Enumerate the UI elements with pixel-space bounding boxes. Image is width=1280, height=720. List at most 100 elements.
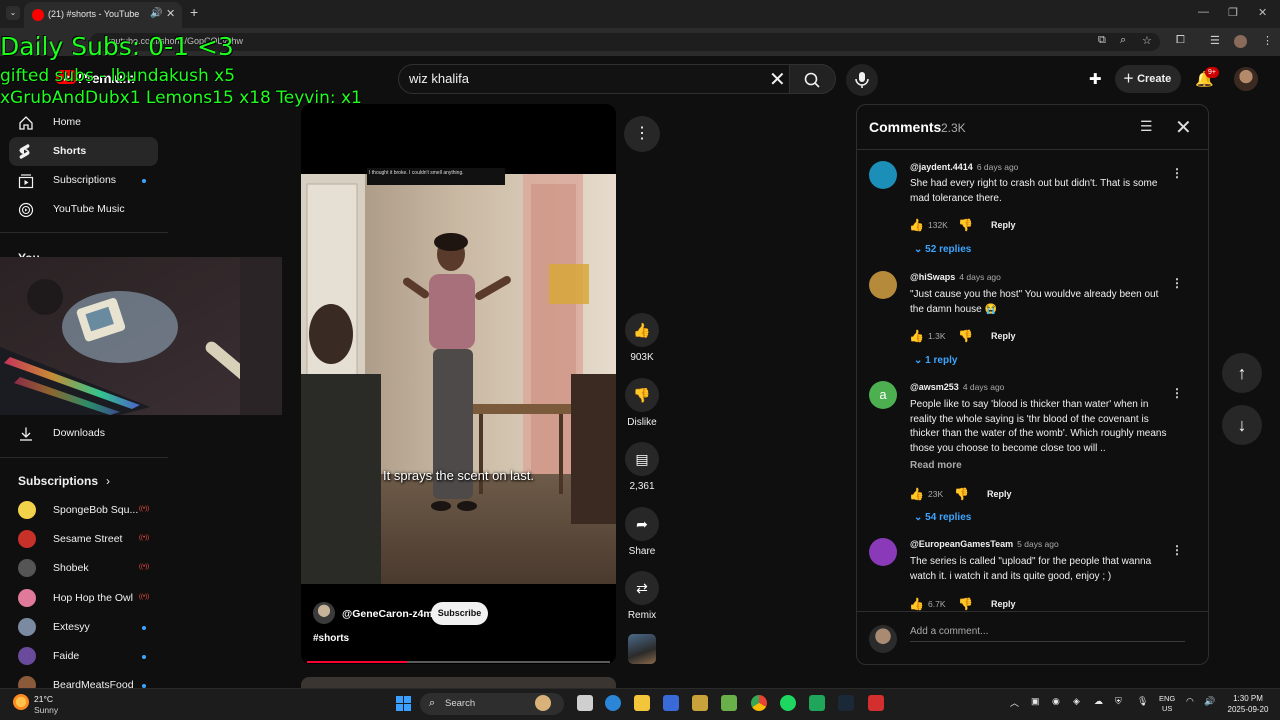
restore-window-button[interactable]: ❐	[1228, 6, 1238, 19]
comment-dislike-icon[interactable]: 👎	[958, 218, 973, 232]
like-button[interactable]: 👍	[625, 313, 659, 347]
close-comments-icon[interactable]: ✕	[1175, 115, 1192, 140]
subscription-channel-item[interactable]: Faide	[9, 642, 158, 671]
next-short-button[interactable]: ↓	[1222, 405, 1262, 445]
voice-search-button[interactable]	[846, 64, 878, 96]
weather-sun-icon[interactable]	[13, 694, 29, 710]
comment-author-name[interactable]: @awsm253	[910, 382, 959, 392]
extensions-icon[interactable]: ⧠	[1176, 34, 1185, 47]
address-bar[interactable]	[90, 33, 1160, 51]
tray-microphone-icon[interactable]: 🎙	[1137, 696, 1148, 707]
world-of-warcraft-icon[interactable]	[692, 695, 708, 711]
view-replies-button[interactable]: ⌄ 54 replies	[914, 512, 971, 523]
comment-more-icon[interactable]: ⋮	[1171, 276, 1183, 290]
show-hidden-icons-icon[interactable]: ︿	[1010, 696, 1019, 709]
sound-thumbnail[interactable]	[628, 634, 656, 664]
subscription-channel-item[interactable]: Hop Hop the Owl ((•))	[9, 584, 158, 613]
streaming-app-icon[interactable]	[809, 695, 825, 711]
previous-short-button[interactable]: ↑	[1222, 353, 1262, 393]
spotify-icon[interactable]	[780, 695, 796, 711]
comment-time[interactable]: 6 days ago	[977, 162, 1019, 172]
view-replies-button[interactable]: ⌄ 1 reply	[914, 355, 957, 366]
tab-audio-icon[interactable]: 🔊	[150, 8, 162, 19]
commenter-avatar[interactable]	[869, 161, 897, 189]
chrome-browser-icon[interactable]	[751, 695, 767, 711]
app-red-icon[interactable]	[868, 695, 884, 711]
comment-author[interactable]: @awsm253 4 days ago	[910, 382, 1004, 392]
comment-reply-button[interactable]: Reply	[991, 599, 1016, 609]
comment-more-icon[interactable]: ⋮	[1171, 386, 1183, 400]
subscriptions-section-header[interactable]: Subscriptions ›	[18, 474, 110, 488]
comment-time[interactable]: 4 days ago	[963, 382, 1005, 392]
comments-button[interactable]: ▤	[625, 442, 659, 476]
zoom-icon[interactable]: ⌕	[1120, 34, 1126, 47]
minimize-window-button[interactable]: —	[1198, 6, 1209, 18]
commenter-avatar[interactable]: a	[869, 381, 897, 409]
reading-list-icon[interactable]: ☰	[1210, 34, 1220, 47]
subscription-channel-item[interactable]: SpongeBob Squ... ((•))	[9, 496, 158, 525]
bookmark-star-icon[interactable]: ☆	[1142, 34, 1152, 47]
steam-icon[interactable]	[838, 695, 854, 711]
sort-icon[interactable]: ☰	[1140, 118, 1153, 135]
subscription-channel-item[interactable]: Sesame Street ((•))	[9, 525, 158, 554]
comment-reply-button[interactable]: Reply	[991, 331, 1016, 341]
commenter-avatar[interactable]	[869, 538, 897, 566]
wifi-icon[interactable]: ◠	[1186, 696, 1194, 707]
comment-author-name[interactable]: @hiSwaps	[910, 272, 955, 282]
share-button[interactable]: ➦	[625, 507, 659, 541]
commenter-avatar[interactable]	[869, 271, 897, 299]
comment-like-icon[interactable]: 👍	[909, 487, 924, 501]
video-progress-bar[interactable]	[307, 661, 610, 663]
tab-close-icon[interactable]: ✕	[166, 7, 175, 20]
tray-cloud-icon[interactable]: ☁	[1094, 696, 1103, 707]
input-language[interactable]: ENG	[1159, 694, 1175, 703]
subscription-channel-item[interactable]: Shobek ((•))	[9, 554, 158, 583]
tray-app-icon[interactable]: ▣	[1031, 696, 1040, 707]
tab-search-button[interactable]: ⌄	[6, 6, 20, 20]
tray-steam-icon[interactable]: ◉	[1052, 696, 1060, 707]
weather-condition[interactable]: Sunny	[34, 705, 58, 715]
comment-author[interactable]: @jaydent.4414 6 days ago	[910, 162, 1018, 172]
channel-name[interactable]: @GeneCaron-z4m	[342, 608, 433, 620]
browser-tab[interactable]: (21) #shorts - YouTube 🔊 ✕	[24, 2, 182, 28]
task-view-icon[interactable]	[577, 695, 593, 711]
comment-like-icon[interactable]: 👍	[909, 329, 924, 343]
browser-menu-icon[interactable]: ⋮	[1262, 34, 1273, 47]
remix-button[interactable]: ⇄	[625, 571, 659, 605]
add-comment-input[interactable]	[910, 626, 1185, 642]
comment-time[interactable]: 4 days ago	[959, 272, 1001, 282]
channel-avatar[interactable]	[313, 602, 335, 624]
dislike-button[interactable]: 👎	[625, 378, 659, 412]
weather-temperature[interactable]: 21°C	[34, 694, 53, 704]
search-button[interactable]	[790, 64, 836, 94]
edge-browser-icon[interactable]	[605, 695, 621, 711]
sidebar-item-youtube-music[interactable]: YouTube Music	[9, 195, 158, 224]
comment-reply-button[interactable]: Reply	[987, 489, 1012, 499]
comment-like-icon[interactable]: 👍	[909, 218, 924, 232]
create-button[interactable]: ＋ Create	[1115, 65, 1181, 93]
subscribe-button[interactable]: Subscribe	[431, 602, 488, 625]
tray-security-icon[interactable]: ⛨	[1115, 696, 1122, 707]
shorts-video-player[interactable]: I thought it broke. I couldn't smell any…	[301, 104, 616, 664]
clear-search-icon[interactable]: ✕	[769, 67, 786, 92]
close-window-button[interactable]: ✕	[1258, 6, 1267, 19]
comment-like-icon[interactable]: 👍	[909, 597, 924, 611]
volume-icon[interactable]: 🔊	[1204, 696, 1215, 707]
sidebar-item-home[interactable]: Home	[9, 108, 158, 137]
comment-reply-button[interactable]: Reply	[991, 220, 1016, 230]
sidebar-item-shorts[interactable]: Shorts	[9, 137, 158, 166]
cast-icon[interactable]: ⧉	[1098, 34, 1106, 47]
comment-author[interactable]: @EuropeanGamesTeam 5 days ago	[910, 539, 1059, 549]
windows-start-icon[interactable]	[396, 696, 411, 711]
comment-author-name[interactable]: @EuropeanGamesTeam	[910, 539, 1013, 549]
comment-author-name[interactable]: @jaydent.4414	[910, 162, 973, 172]
read-more-link[interactable]: Read more	[910, 460, 962, 471]
comment-more-icon[interactable]: ⋮	[1171, 543, 1183, 557]
comment-dislike-icon[interactable]: 👎	[958, 329, 973, 343]
more-actions-button[interactable]: ⋮	[624, 116, 660, 152]
subscription-channel-item[interactable]: Extesyy	[9, 613, 158, 642]
profile-avatar[interactable]	[1234, 35, 1247, 48]
comment-dislike-icon[interactable]: 👎	[954, 487, 969, 501]
clock-time[interactable]: 1:30 PM	[1228, 694, 1268, 703]
comment-more-icon[interactable]: ⋮	[1171, 166, 1183, 180]
